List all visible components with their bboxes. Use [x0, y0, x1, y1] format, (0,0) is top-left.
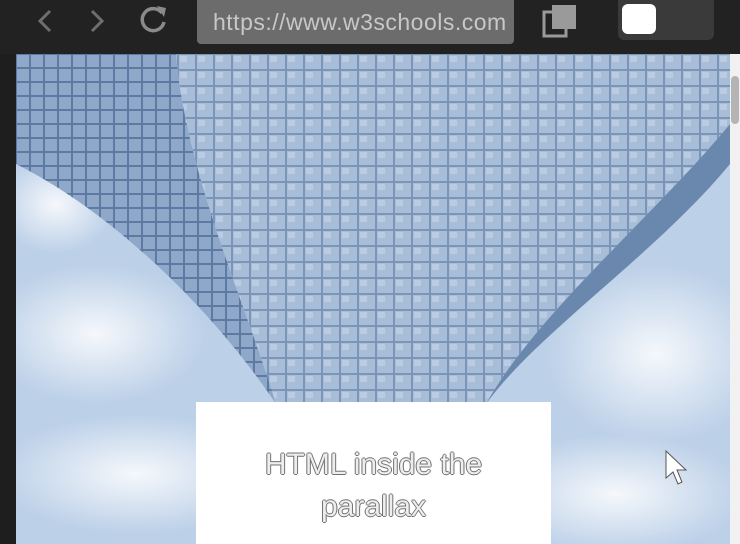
page-scrollbar[interactable]: [730, 54, 740, 544]
menu-button[interactable]: [618, 0, 714, 40]
chevron-left-icon: [37, 9, 52, 33]
url-text: https://www.w3schools.com: [213, 8, 507, 35]
parallax-content-box: HTML inside the parallax: [196, 402, 551, 544]
parallax-heading: HTML inside the parallax: [264, 448, 483, 523]
back-button[interactable]: [30, 6, 60, 36]
scrollbar-thumb[interactable]: [731, 76, 739, 124]
browser-toolbar: https://www.w3schools.com: [0, 0, 740, 54]
chevron-right-icon: [90, 9, 105, 33]
forward-button[interactable]: [82, 6, 112, 36]
reload-icon: [140, 6, 166, 33]
tabs-button[interactable]: [540, 2, 580, 40]
page-viewport: HTML inside the parallax: [16, 54, 730, 544]
tabs-icon: [542, 5, 576, 38]
reload-button[interactable]: [135, 2, 171, 38]
menu-icon: [622, 4, 656, 34]
address-bar[interactable]: https://www.w3schools.com: [197, 0, 514, 44]
mouse-pointer-icon: [665, 450, 687, 485]
